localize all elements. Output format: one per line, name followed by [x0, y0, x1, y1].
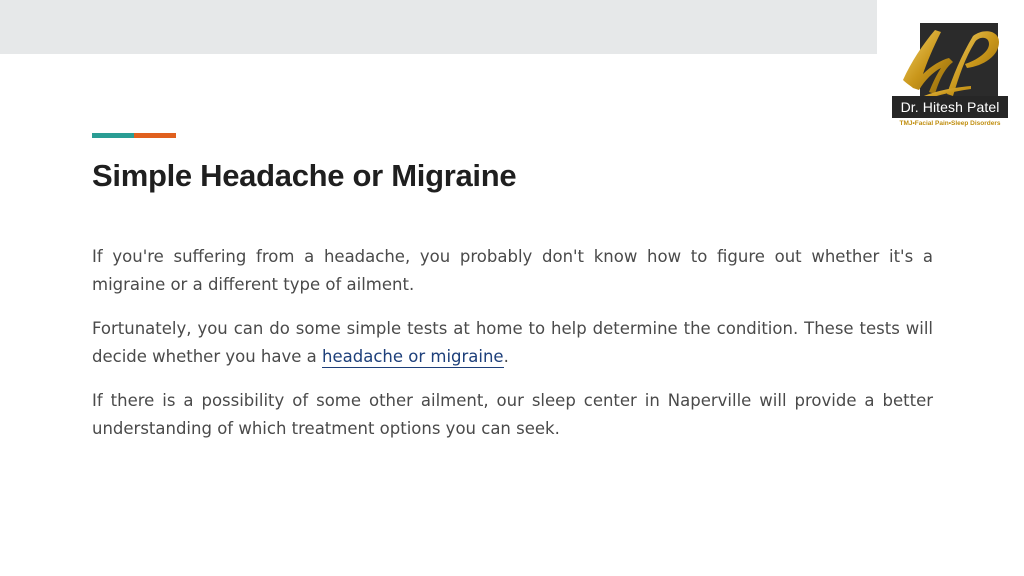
paragraph-tests-end: .: [503, 346, 509, 366]
logo-name: Dr. Hitesh Patel: [892, 96, 1008, 118]
header-band: [0, 0, 877, 54]
paragraph-sleep-center: If there is a possibility of some other …: [92, 391, 933, 438]
logo-tagline: TMJ•Facial Pain•Sleep Disorders: [899, 120, 1001, 127]
accent-teal-segment: [92, 133, 134, 138]
accent-orange-segment: [134, 133, 176, 138]
headache-or-migraine-link[interactable]: headache or migraine: [322, 346, 504, 368]
article-body: If you're suffering from a headache, you…: [92, 243, 933, 459]
paragraph-tests: Fortunately, you can do some simple test…: [92, 315, 933, 370]
accent-divider: [92, 133, 176, 138]
paragraph-tests-text: Fortunately, you can do some simple test…: [92, 319, 933, 366]
page-title: Simple Headache or Migraine: [92, 158, 517, 193]
logo[interactable]: Dr. Hitesh Patel TMJ•Facial Pain•Sleep D…: [889, 22, 1009, 130]
paragraph-intro: If you're suffering from a headache, you…: [92, 247, 933, 294]
